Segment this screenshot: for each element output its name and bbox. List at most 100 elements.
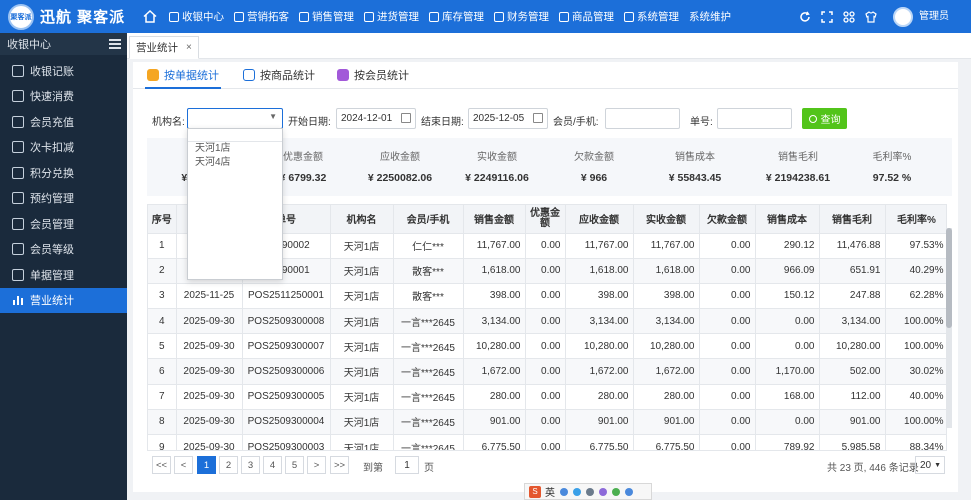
subtab-by-product[interactable]: 按商品统计	[243, 67, 315, 83]
ime-skin-icon[interactable]	[599, 487, 607, 496]
close-icon[interactable]: ×	[186, 42, 192, 53]
nav-marketing[interactable]: 营销拓客	[229, 0, 294, 33]
subtab-by-member[interactable]: 按会员统计	[337, 67, 409, 83]
goto-page-input[interactable]: 1	[395, 456, 419, 474]
user-name[interactable]: 管理员	[919, 11, 949, 22]
recharge-icon	[12, 115, 24, 128]
ime-voice-icon[interactable]	[573, 487, 581, 496]
table-cell: 112.00	[819, 384, 886, 410]
nav-maintenance[interactable]: 系统维护	[684, 0, 736, 33]
member-input[interactable]	[605, 108, 680, 129]
last-page-button[interactable]: >>	[330, 456, 349, 474]
query-button[interactable]: 查询	[802, 108, 847, 129]
refresh-icon[interactable]	[795, 0, 815, 33]
prev-page-button[interactable]: <	[174, 456, 193, 474]
ime-tools-icon[interactable]	[612, 487, 620, 496]
page-button[interactable]: 4	[263, 456, 282, 474]
apps-icon[interactable]	[839, 0, 859, 33]
table-row[interactable]: 4 2025-09-30 POS2509300008 天河1店 一言***2645 3,1…	[148, 308, 946, 335]
sidebar-item-appointments[interactable]: 预约管理	[0, 186, 127, 212]
collapse-menu-icon[interactable]	[109, 39, 121, 49]
table-cell: 1,618.00	[633, 258, 700, 284]
nav-inventory[interactable]: 库存管理	[424, 0, 489, 33]
col-header[interactable]: 销售金额	[463, 205, 526, 234]
table-cell: 1,672.00	[463, 358, 526, 385]
ime-logo-icon[interactable]: S	[529, 485, 541, 498]
sidebar-item-members[interactable]: 会员管理	[0, 211, 127, 237]
table-cell: 2025-11-25	[176, 283, 243, 310]
col-header[interactable]: 销售毛利	[819, 205, 886, 234]
table-cell: 3,134.00	[819, 308, 886, 335]
org-option[interactable]: 天河1店	[188, 142, 282, 156]
nav-products[interactable]: 商品管理	[554, 0, 619, 33]
next-page-button[interactable]: >	[307, 456, 326, 474]
sidebar-item-card-deduct[interactable]: 次卡扣减	[0, 135, 127, 161]
sidebar-item-business-stats[interactable]: 营业统计	[0, 287, 127, 313]
tab-strip: 营业统计 ×	[127, 33, 971, 59]
dropdown-search-field[interactable]	[188, 129, 282, 142]
nav-purchase-label: 进货管理	[377, 11, 419, 23]
ime-keyboard-icon[interactable]	[586, 487, 594, 496]
home-icon[interactable]	[142, 0, 158, 33]
table-row[interactable]: 6 2025-09-30 POS2509300006 天河1店 一言***2645 1,6…	[148, 358, 946, 385]
org-select[interactable]: ▼	[187, 108, 283, 129]
theme-icon[interactable]	[861, 0, 881, 33]
ime-settings-icon[interactable]	[625, 487, 633, 496]
avatar[interactable]	[893, 6, 913, 27]
table-cell: 100.00%	[885, 333, 946, 360]
nav-cashier[interactable]: 收银中心	[164, 0, 229, 33]
col-header[interactable]: 销售成本	[755, 205, 820, 234]
nav-cashier-label: 收银中心	[182, 11, 224, 23]
table-cell: 0.00	[525, 434, 566, 450]
page-button[interactable]: 3	[241, 456, 260, 474]
sidebar-item-checkout[interactable]: 收银记账	[0, 58, 127, 84]
fullscreen-icon[interactable]	[817, 0, 837, 33]
table-cell: 天河1店	[330, 409, 394, 436]
nav-system[interactable]: 系统管理	[619, 0, 684, 33]
order-input[interactable]	[717, 108, 792, 129]
scrollbar-thumb[interactable]	[946, 228, 952, 328]
start-date-input[interactable]: 2024-12-01	[336, 108, 416, 129]
sidebar-item-documents[interactable]: 单据管理	[0, 262, 127, 288]
sidebar-item-quick-consume[interactable]: 快速消费	[0, 84, 127, 110]
sidebar-item-label: 积分兑换	[30, 167, 74, 180]
sidebar-item-member-levels[interactable]: 会员等级	[0, 237, 127, 263]
order-label: 单号:	[690, 117, 713, 128]
subtab-by-document[interactable]: 按单据统计	[145, 67, 221, 89]
nav-purchase[interactable]: 进货管理	[359, 0, 424, 33]
calendar-icon	[401, 113, 411, 123]
tab-business-stats[interactable]: 营业统计 ×	[129, 36, 199, 59]
col-header[interactable]: 应收金额	[565, 205, 634, 234]
col-header[interactable]: 序号	[148, 205, 177, 234]
end-date-input[interactable]: 2025-12-05	[468, 108, 548, 129]
table-row[interactable]: 9 2025-09-30 POS2509300003 天河1店 一言***2645 6,7…	[148, 434, 946, 450]
ime-mode[interactable]: 英	[545, 484, 555, 499]
ime-moon-icon[interactable]	[560, 487, 568, 496]
table-row[interactable]: 3 2025-11-25 POS2511250001 天河1店 散客*** 398.00 0…	[148, 283, 946, 310]
table-row[interactable]: 8 2025-09-30 POS2509300004 天河1店 一言***2645 901…	[148, 409, 946, 436]
page-button[interactable]: 1	[197, 456, 216, 474]
page-button[interactable]: 2	[219, 456, 238, 474]
col-header[interactable]: 优惠金额	[525, 205, 566, 234]
table-cell: 3,134.00	[565, 308, 634, 335]
col-header[interactable]: 欠款金额	[699, 205, 756, 234]
page-size-select[interactable]: 20 ▼	[915, 456, 945, 474]
first-page-button[interactable]: <<	[152, 456, 171, 474]
nav-sales[interactable]: 销售管理	[294, 0, 359, 33]
org-option[interactable]: 天河4店	[188, 156, 282, 170]
table-row[interactable]: 5 2025-09-30 POS2509300007 天河1店 一言***2645 10,…	[148, 333, 946, 360]
col-header[interactable]: 实收金额	[633, 205, 700, 234]
table-cell: 966.09	[755, 258, 820, 284]
col-header[interactable]: 毛利率%	[885, 205, 946, 234]
sidebar-item-member-recharge[interactable]: 会员充值	[0, 109, 127, 135]
col-header[interactable]: 机构名	[330, 205, 394, 234]
table-cell: 一言***2645	[393, 333, 464, 360]
col-header[interactable]: 会员/手机	[393, 205, 464, 234]
nav-finance[interactable]: 财务管理	[489, 0, 554, 33]
sidebar-item-label: 收银记账	[30, 65, 74, 78]
sidebar-item-points-exchange[interactable]: 积分兑换	[0, 160, 127, 186]
page-button[interactable]: 5	[285, 456, 304, 474]
table-cell: 0.00	[699, 409, 756, 436]
table-scrollbar[interactable]	[946, 228, 952, 428]
table-row[interactable]: 7 2025-09-30 POS2509300005 天河1店 一言***2645 280…	[148, 384, 946, 410]
